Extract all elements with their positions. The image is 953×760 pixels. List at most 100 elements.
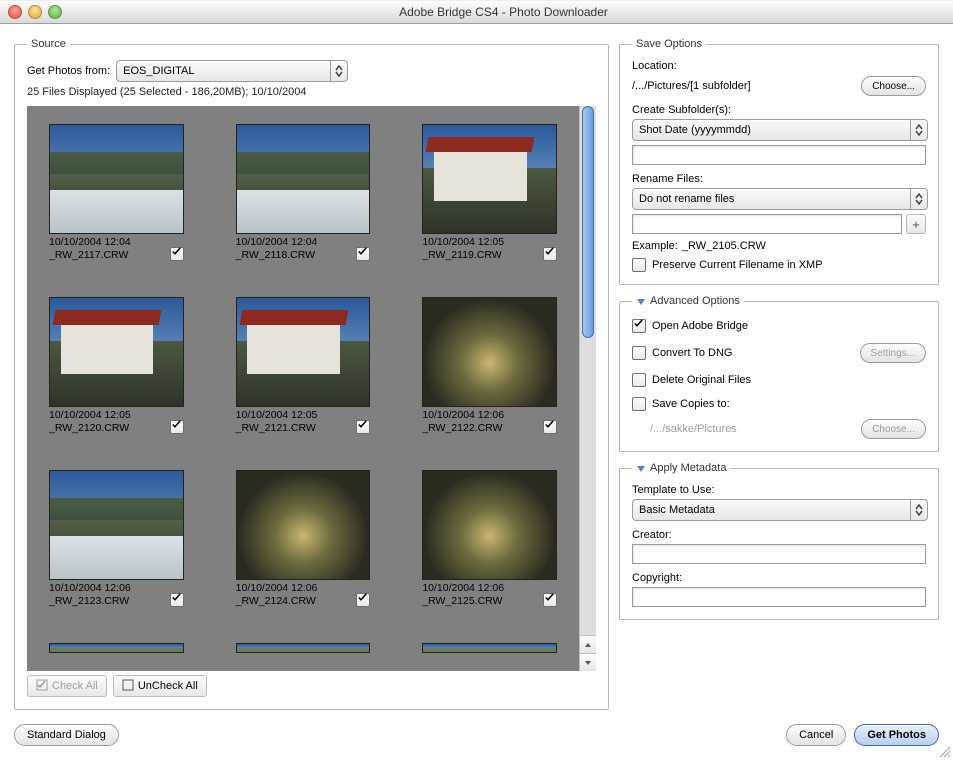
location-path: /.../Pictures/[1 subfolder] — [632, 80, 855, 92]
thumbnail-image — [236, 297, 371, 407]
preserve-filename-label: Preserve Current Filename in XMP — [652, 259, 823, 271]
standard-dialog-button[interactable]: Standard Dialog — [14, 724, 119, 746]
thumbnail-filename: _RW_2119.CRW — [422, 249, 539, 262]
thumbnail-image — [236, 470, 371, 580]
create-subfolder-popup[interactable]: Shot Date (yyyymmdd) — [632, 119, 928, 141]
thumbnail-filename: _RW_2117.CRW — [49, 249, 166, 262]
copyright-label: Copyright: — [632, 572, 926, 584]
source-status: 25 Files Displayed (25 Selected - 186,20… — [27, 86, 596, 98]
source-legend: Source — [27, 38, 70, 50]
popup-stepper-icon — [910, 189, 927, 209]
scroll-thumb[interactable] — [582, 106, 594, 338]
creator-input[interactable] — [632, 544, 926, 564]
thumbnail-checkbox[interactable] — [543, 593, 557, 607]
resize-grip-icon[interactable] — [937, 744, 951, 758]
check-all-label: Check All — [52, 680, 98, 692]
save-options-legend: Save Options — [632, 38, 706, 50]
get-photos-button[interactable]: Get Photos — [854, 724, 939, 746]
check-all-icon — [36, 679, 48, 694]
template-label: Template to Use: — [632, 484, 926, 496]
open-bridge-label: Open Adobe Bridge — [652, 320, 748, 332]
source-group: Source Get Photos from: EOS_DIGITAL 25 F… — [14, 38, 609, 710]
cancel-button[interactable]: Cancel — [786, 724, 846, 746]
thumbnail-item[interactable]: 10/10/2004 12:06_RW_2124.CRW — [236, 470, 371, 617]
thumbnail-item[interactable]: 10/10/2004 12:05_RW_2120.CRW — [49, 297, 184, 444]
rename-pattern-input[interactable] — [632, 214, 902, 234]
titlebar: Adobe Bridge CS4 - Photo Downloader — [0, 0, 953, 24]
thumbnail-item[interactable]: 10/10/2004 12:06_RW_2125.CRW — [422, 470, 557, 617]
location-label: Location: — [632, 60, 926, 72]
uncheck-all-button[interactable]: UnCheck All — [113, 675, 207, 697]
uncheck-all-icon — [122, 679, 134, 694]
thumbnail-filename: _RW_2120.CRW — [49, 422, 166, 435]
thumbnail-item[interactable]: 10/10/2004 12:05_RW_2119.CRW — [422, 124, 557, 271]
choose-location-button[interactable]: Choose... — [861, 76, 926, 96]
device-popup-label: EOS_DIGITAL — [117, 65, 330, 77]
window-minimize-button[interactable] — [28, 5, 42, 19]
thumbnail-date: 10/10/2004 12:05 — [236, 409, 353, 422]
window-zoom-button[interactable] — [48, 5, 62, 19]
thumbnail-date: 10/10/2004 12:04 — [236, 236, 353, 249]
thumbnail-filename: _RW_2122.CRW — [422, 422, 539, 435]
popup-stepper-icon — [330, 61, 347, 81]
thumbnail-image — [49, 297, 184, 407]
thumbnail-checkbox[interactable] — [170, 247, 184, 261]
template-popup[interactable]: Basic Metadata — [632, 499, 928, 521]
create-subfolder-value: Shot Date (yyyymmdd) — [633, 124, 910, 136]
creator-label: Creator: — [632, 529, 926, 541]
thumbnail-filename: _RW_2118.CRW — [236, 249, 353, 262]
window-close-button[interactable] — [8, 5, 22, 19]
thumbnail-date: 10/10/2004 12:06 — [236, 582, 353, 595]
thumbnail-checkbox[interactable] — [170, 593, 184, 607]
choose-copies-button[interactable]: Choose... — [861, 419, 926, 439]
thumbnail-item[interactable] — [49, 643, 184, 663]
add-rename-token-button[interactable]: + — [906, 214, 926, 234]
thumbnail-item[interactable] — [236, 643, 371, 663]
advanced-options-legend: Advanced Options — [650, 295, 740, 307]
open-bridge-checkbox[interactable] — [632, 319, 646, 333]
thumbnail-scrollbar[interactable] — [579, 106, 596, 671]
thumbnail-item[interactable]: 10/10/2004 12:06_RW_2122.CRW — [422, 297, 557, 444]
thumbnail-grid: 10/10/2004 12:04_RW_2117.CRW10/10/2004 1… — [27, 106, 579, 671]
thumbnail-checkbox[interactable] — [170, 420, 184, 434]
create-subfolder-label: Create Subfolder(s): — [632, 104, 926, 116]
disclosure-triangle-icon[interactable] — [636, 296, 646, 306]
thumbnail-image — [422, 124, 557, 234]
thumbnail-image — [236, 124, 371, 234]
save-copies-path: /.../sakke/Pictures — [632, 423, 855, 435]
rename-files-label: Rename Files: — [632, 173, 926, 185]
example-value: _RW_2105.CRW — [682, 240, 766, 252]
check-all-button[interactable]: Check All — [27, 675, 107, 697]
thumbnail-checkbox[interactable] — [356, 593, 370, 607]
thumbnail-item[interactable]: 10/10/2004 12:04_RW_2118.CRW — [236, 124, 371, 271]
thumbnail-filename: _RW_2121.CRW — [236, 422, 353, 435]
scroll-down-button[interactable] — [580, 653, 596, 671]
thumbnail-item[interactable]: 10/10/2004 12:06_RW_2123.CRW — [49, 470, 184, 617]
save-copies-checkbox[interactable] — [632, 397, 646, 411]
thumbnail-date: 10/10/2004 12:05 — [49, 409, 166, 422]
thumbnail-item[interactable]: 10/10/2004 12:05_RW_2121.CRW — [236, 297, 371, 444]
copyright-input[interactable] — [632, 587, 926, 607]
thumbnail-checkbox[interactable] — [356, 247, 370, 261]
template-value: Basic Metadata — [633, 504, 910, 516]
disclosure-triangle-icon[interactable] — [636, 463, 646, 473]
thumbnail-checkbox[interactable] — [543, 247, 557, 261]
thumbnail-checkbox[interactable] — [543, 420, 557, 434]
thumbnail-item[interactable]: 10/10/2004 12:04_RW_2117.CRW — [49, 124, 184, 271]
thumbnail-checkbox[interactable] — [356, 420, 370, 434]
delete-originals-checkbox[interactable] — [632, 373, 646, 387]
thumbnail-image — [49, 124, 184, 234]
scroll-up-button[interactable] — [580, 635, 596, 653]
rename-files-popup[interactable]: Do not rename files — [632, 188, 928, 210]
preserve-filename-checkbox[interactable] — [632, 258, 646, 272]
subfolder-name-input[interactable] — [632, 145, 926, 165]
thumbnail-image — [422, 470, 557, 580]
thumbnail-item[interactable] — [422, 643, 557, 663]
save-copies-label: Save Copies to: — [652, 398, 730, 410]
window-title: Adobe Bridge CS4 - Photo Downloader — [62, 5, 945, 19]
thumbnail-date: 10/10/2004 12:06 — [49, 582, 166, 595]
thumbnail-filename: _RW_2125.CRW — [422, 595, 539, 608]
device-popup[interactable]: EOS_DIGITAL — [116, 60, 348, 82]
dng-settings-button[interactable]: Settings... — [860, 343, 926, 363]
convert-dng-checkbox[interactable] — [632, 346, 646, 360]
